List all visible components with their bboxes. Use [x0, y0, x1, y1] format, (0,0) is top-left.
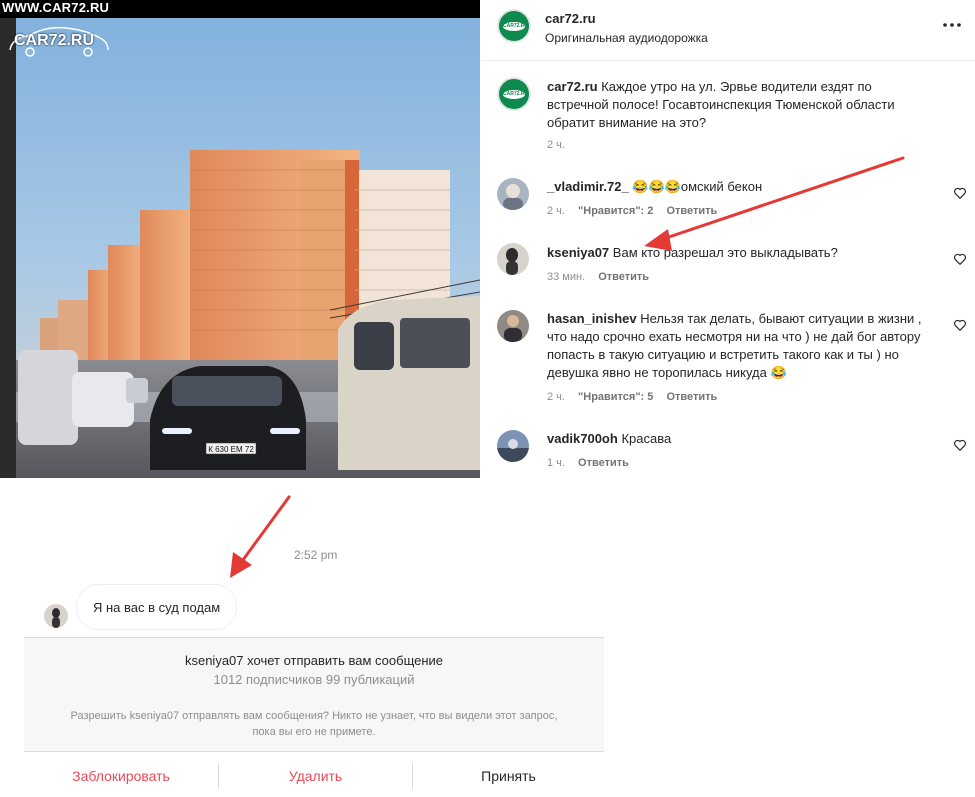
author-avatar[interactable]: CAR72.RU — [497, 9, 531, 43]
comment-item: kseniya07 Вам кто разрешал это выкладыва… — [547, 244, 937, 262]
avatar-logo-text: CAR72.RU — [503, 89, 529, 99]
avatar[interactable] — [497, 243, 529, 275]
reply-button[interactable]: Ответить — [666, 391, 717, 403]
video-frame[interactable]: К 630 ЕМ 72 WWW.CAR72.RU CAR72.RU — [0, 0, 480, 478]
comment-username[interactable]: kseniya07 — [547, 245, 609, 260]
avatar[interactable] — [497, 310, 529, 342]
comment-time: 2 ч. — [547, 391, 565, 403]
request-note-line: пока вы его не примете. — [252, 726, 376, 738]
comment-username[interactable]: _vladimir.72_ — [547, 179, 629, 194]
actions-divider — [24, 751, 604, 752]
caption-time: 2 ч. — [547, 139, 565, 151]
comment-username[interactable]: hasan_inishev — [547, 311, 637, 326]
comment-likes[interactable]: "Нравится": 2 — [578, 205, 653, 217]
watermark-logo-text: CAR72.RU — [14, 32, 95, 49]
comment-time: 2 ч. — [547, 205, 565, 217]
message-timestamp: 2:52 pm — [294, 548, 338, 562]
watermark-logo: CAR72.RU — [6, 24, 111, 58]
comment-item: vadik700oh Красава — [547, 430, 937, 448]
dm-panel: 2:52 pm Я на вас в суд подам kseniya07 х… — [24, 478, 604, 797]
request-note: Разрешить kseniya07 отправлять вам сообщ… — [24, 708, 604, 740]
audio-track[interactable]: Оригинальная аудиодорожка — [545, 31, 708, 45]
comment-likes[interactable]: "Нравится": 5 — [578, 391, 653, 403]
reply-button[interactable]: Ответить — [666, 205, 717, 217]
avatar[interactable] — [497, 178, 529, 210]
message-request-box: kseniya07 хочет отправить вам сообщение … — [24, 638, 604, 751]
heart-icon[interactable] — [953, 252, 967, 266]
comment-meta: 1 ч. Ответить — [547, 457, 629, 469]
caption-username[interactable]: car72.ru — [547, 79, 598, 94]
request-username[interactable]: kseniya07 — [185, 653, 244, 668]
heart-icon[interactable] — [953, 186, 967, 200]
block-button[interactable]: Заблокировать — [24, 768, 218, 784]
watermark-url: WWW.CAR72.RU — [2, 0, 110, 15]
reply-button[interactable]: Ответить — [598, 271, 649, 283]
comment-meta: 33 мин. Ответить — [547, 271, 649, 283]
heart-icon[interactable] — [953, 438, 967, 452]
more-dots-icon[interactable] — [942, 15, 962, 35]
avatar[interactable] — [44, 604, 68, 628]
comment-text: омский бекон — [680, 179, 763, 194]
post-author[interactable]: car72.ru — [545, 11, 596, 26]
comment-emoji: 😂😂😂 — [632, 179, 681, 194]
comment-text: Красава — [621, 431, 672, 446]
request-stats: 1012 подписчиков 99 публикаций — [213, 672, 415, 687]
avatar-logo-text: CAR72.RU — [503, 21, 529, 31]
reply-button[interactable]: Ответить — [578, 457, 629, 469]
comment-time: 33 мин. — [547, 271, 586, 283]
message-bubble[interactable]: Я на вас в суд подам — [76, 584, 238, 630]
post-caption: car72.ru Каждое утро на ул. Эрвье водите… — [547, 78, 937, 132]
comment-meta: 2 ч. "Нравится": 2 Ответить — [547, 205, 717, 217]
comment-text: Вам кто разрешал это выкладывать? — [612, 245, 838, 260]
avatar[interactable] — [497, 430, 529, 462]
caption-avatar[interactable]: CAR72.RU — [497, 77, 531, 111]
license-plate: К 630 ЕМ 72 — [208, 445, 254, 454]
video-left-edge — [0, 0, 16, 478]
header-divider — [481, 60, 975, 61]
video-still: К 630 ЕМ 72 — [0, 0, 480, 478]
caption-text: Каждое утро на ул. Эрвье водители ездят … — [547, 79, 895, 130]
comment-item: _vladimir.72_ 😂😂😂омский бекон — [547, 178, 937, 196]
accept-button[interactable]: Принять — [413, 768, 604, 784]
request-title-suffix: хочет отправить вам сообщение — [247, 653, 444, 668]
comment-time: 1 ч. — [547, 457, 565, 469]
request-note-line: Разрешить kseniya07 отправлять вам сообщ… — [70, 710, 558, 722]
comment-username[interactable]: vadik700oh — [547, 431, 618, 446]
request-title: kseniya07 хочет отправить вам сообщение — [24, 653, 604, 668]
comment-item: hasan_inishev Нельзя так делать, бывают … — [547, 310, 942, 382]
heart-icon[interactable] — [953, 318, 967, 332]
comment-meta: 2 ч. "Нравится": 5 Ответить — [547, 391, 717, 403]
delete-button[interactable]: Удалить — [219, 768, 412, 784]
